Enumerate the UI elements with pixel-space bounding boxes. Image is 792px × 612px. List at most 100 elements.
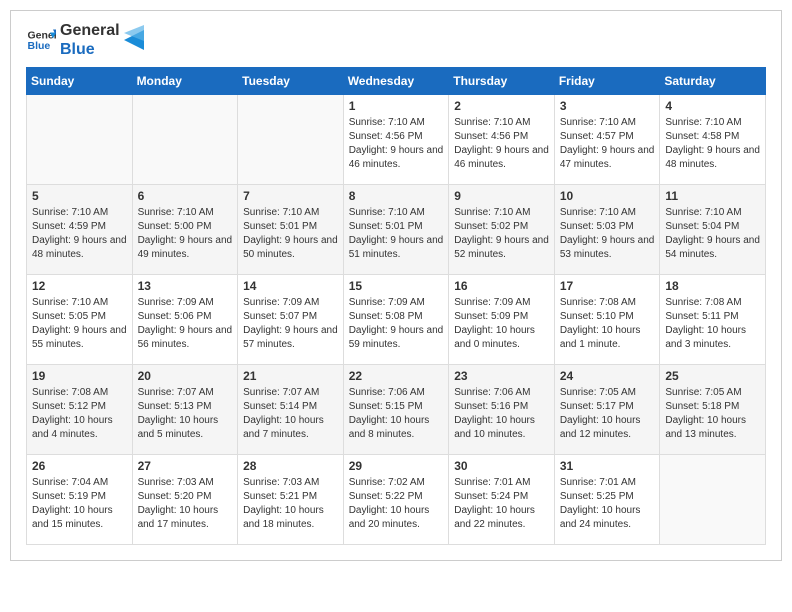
calendar-cell: 3 Sunrise: 7:10 AM Sunset: 4:57 PM Daylig… — [554, 95, 660, 185]
calendar-week-row: 26 Sunrise: 7:04 AM Sunset: 5:19 PM Dayli… — [27, 455, 766, 545]
day-number: 16 — [454, 279, 549, 293]
day-info: Sunrise: 7:06 AM Sunset: 5:16 PM Dayligh… — [454, 386, 549, 442]
calendar-week-row: 1 Sunrise: 7:10 AM Sunset: 4:56 PM Daylig… — [27, 95, 766, 185]
calendar-cell: 4 Sunrise: 7:10 AM Sunset: 4:58 PM Daylig… — [660, 95, 766, 185]
calendar-table: SundayMondayTuesdayWednesdayThursdayFrid… — [26, 67, 766, 545]
day-info: Sunrise: 7:07 AM Sunset: 5:14 PM Dayligh… — [243, 386, 338, 442]
day-info: Sunrise: 7:09 AM Sunset: 5:08 PM Dayligh… — [349, 296, 444, 352]
day-info: Sunrise: 7:02 AM Sunset: 5:22 PM Dayligh… — [349, 476, 444, 532]
calendar-cell: 16 Sunrise: 7:09 AM Sunset: 5:09 PM Dayli… — [449, 275, 555, 365]
day-number: 23 — [454, 369, 549, 383]
day-info: Sunrise: 7:10 AM Sunset: 5:01 PM Dayligh… — [349, 206, 444, 262]
day-number: 14 — [243, 279, 338, 293]
day-info: Sunrise: 7:10 AM Sunset: 4:58 PM Dayligh… — [665, 116, 760, 172]
calendar-cell: 13Sunrise: 7:09 AM Sunset: 5:06 PM Dayli… — [132, 275, 238, 365]
day-number: 25 — [665, 369, 760, 383]
day-info: Sunrise: 7:09 AM Sunset: 5:07 PM Dayligh… — [243, 296, 338, 352]
day-info: Sunrise: 7:03 AM Sunset: 5:21 PM Dayligh… — [243, 476, 338, 532]
calendar-week-row: 12Sunrise: 7:10 AM Sunset: 5:05 PM Dayli… — [27, 275, 766, 365]
day-info: Sunrise: 7:10 AM Sunset: 5:01 PM Dayligh… — [243, 206, 338, 262]
day-header-saturday: Saturday — [660, 68, 766, 95]
day-info: Sunrise: 7:10 AM Sunset: 5:04 PM Dayligh… — [665, 206, 760, 262]
calendar-cell: 6 Sunrise: 7:10 AM Sunset: 5:00 PM Daylig… — [132, 185, 238, 275]
day-header-sunday: Sunday — [27, 68, 133, 95]
day-number: 20 — [138, 369, 233, 383]
day-number: 31 — [560, 459, 655, 473]
calendar-cell: 12Sunrise: 7:10 AM Sunset: 5:05 PM Dayli… — [27, 275, 133, 365]
day-info: Sunrise: 7:10 AM Sunset: 5:03 PM Dayligh… — [560, 206, 655, 262]
calendar-cell: 21Sunrise: 7:07 AM Sunset: 5:14 PM Dayli… — [238, 365, 344, 455]
day-info: Sunrise: 7:08 AM Sunset: 5:11 PM Dayligh… — [665, 296, 760, 352]
day-number: 6 — [138, 189, 233, 203]
day-info: Sunrise: 7:10 AM Sunset: 5:05 PM Dayligh… — [32, 296, 127, 352]
calendar-cell — [132, 95, 238, 185]
calendar-week-row: 5Sunrise: 7:10 AM Sunset: 4:59 PM Daylig… — [27, 185, 766, 275]
day-number: 10 — [560, 189, 655, 203]
logo-wave-icon — [124, 25, 144, 55]
calendar-cell: 30 Sunrise: 7:01 AM Sunset: 5:24 PM Dayli… — [449, 455, 555, 545]
calendar-cell: 14 Sunrise: 7:09 AM Sunset: 5:07 PM Dayli… — [238, 275, 344, 365]
day-info: Sunrise: 7:01 AM Sunset: 5:24 PM Dayligh… — [454, 476, 549, 532]
day-info: Sunrise: 7:07 AM Sunset: 5:13 PM Dayligh… — [138, 386, 233, 442]
day-header-wednesday: Wednesday — [343, 68, 449, 95]
day-info: Sunrise: 7:10 AM Sunset: 4:56 PM Dayligh… — [349, 116, 444, 172]
calendar-week-row: 19 Sunrise: 7:08 AM Sunset: 5:12 PM Dayli… — [27, 365, 766, 455]
day-number: 29 — [349, 459, 444, 473]
day-info: Sunrise: 7:04 AM Sunset: 5:19 PM Dayligh… — [32, 476, 127, 532]
day-info: Sunrise: 7:08 AM Sunset: 5:10 PM Dayligh… — [560, 296, 655, 352]
logo-general: General — [60, 21, 120, 40]
day-number: 28 — [243, 459, 338, 473]
calendar-cell — [238, 95, 344, 185]
day-info: Sunrise: 7:05 AM Sunset: 5:17 PM Dayligh… — [560, 386, 655, 442]
day-number: 24 — [560, 369, 655, 383]
day-info: Sunrise: 7:03 AM Sunset: 5:20 PM Dayligh… — [138, 476, 233, 532]
day-number: 4 — [665, 99, 760, 113]
day-number: 30 — [454, 459, 549, 473]
calendar-cell: 29 Sunrise: 7:02 AM Sunset: 5:22 PM Dayli… — [343, 455, 449, 545]
day-info: Sunrise: 7:10 AM Sunset: 5:02 PM Dayligh… — [454, 206, 549, 262]
day-info: Sunrise: 7:09 AM Sunset: 5:09 PM Dayligh… — [454, 296, 549, 352]
calendar-cell — [660, 455, 766, 545]
calendar-cell: 5Sunrise: 7:10 AM Sunset: 4:59 PM Daylig… — [27, 185, 133, 275]
calendar-cell: 26 Sunrise: 7:04 AM Sunset: 5:19 PM Dayli… — [27, 455, 133, 545]
day-info: Sunrise: 7:05 AM Sunset: 5:18 PM Dayligh… — [665, 386, 760, 442]
day-info: Sunrise: 7:10 AM Sunset: 4:56 PM Dayligh… — [454, 116, 549, 172]
day-header-monday: Monday — [132, 68, 238, 95]
calendar-header-row: SundayMondayTuesdayWednesdayThursdayFrid… — [27, 68, 766, 95]
logo-icon: General Blue — [26, 25, 56, 55]
calendar-cell: 17 Sunrise: 7:08 AM Sunset: 5:10 PM Dayli… — [554, 275, 660, 365]
day-info: Sunrise: 7:01 AM Sunset: 5:25 PM Dayligh… — [560, 476, 655, 532]
calendar-header: General Blue General Blue — [26, 21, 766, 59]
calendar-cell: 20 Sunrise: 7:07 AM Sunset: 5:13 PM Dayli… — [132, 365, 238, 455]
calendar-cell: 9 Sunrise: 7:10 AM Sunset: 5:02 PM Daylig… — [449, 185, 555, 275]
day-number: 2 — [454, 99, 549, 113]
day-info: Sunrise: 7:10 AM Sunset: 5:00 PM Dayligh… — [138, 206, 233, 262]
day-number: 17 — [560, 279, 655, 293]
day-info: Sunrise: 7:08 AM Sunset: 5:12 PM Dayligh… — [32, 386, 127, 442]
day-number: 1 — [349, 99, 444, 113]
calendar-cell: 27 Sunrise: 7:03 AM Sunset: 5:20 PM Dayli… — [132, 455, 238, 545]
day-header-thursday: Thursday — [449, 68, 555, 95]
calendar-cell: 25 Sunrise: 7:05 AM Sunset: 5:18 PM Dayli… — [660, 365, 766, 455]
day-number: 15 — [349, 279, 444, 293]
day-number: 22 — [349, 369, 444, 383]
day-number: 19 — [32, 369, 127, 383]
calendar-cell: 23 Sunrise: 7:06 AM Sunset: 5:16 PM Dayli… — [449, 365, 555, 455]
calendar-cell — [27, 95, 133, 185]
day-number: 26 — [32, 459, 127, 473]
day-number: 9 — [454, 189, 549, 203]
day-info: Sunrise: 7:10 AM Sunset: 4:57 PM Dayligh… — [560, 116, 655, 172]
day-number: 8 — [349, 189, 444, 203]
calendar-cell: 28 Sunrise: 7:03 AM Sunset: 5:21 PM Dayli… — [238, 455, 344, 545]
calendar-cell: 22Sunrise: 7:06 AM Sunset: 5:15 PM Dayli… — [343, 365, 449, 455]
calendar-cell: 24 Sunrise: 7:05 AM Sunset: 5:17 PM Dayli… — [554, 365, 660, 455]
day-number: 18 — [665, 279, 760, 293]
calendar-cell: 10 Sunrise: 7:10 AM Sunset: 5:03 PM Dayli… — [554, 185, 660, 275]
calendar-cell: 11Sunrise: 7:10 AM Sunset: 5:04 PM Dayli… — [660, 185, 766, 275]
calendar-cell: 2 Sunrise: 7:10 AM Sunset: 4:56 PM Daylig… — [449, 95, 555, 185]
day-number: 27 — [138, 459, 233, 473]
day-number: 3 — [560, 99, 655, 113]
svg-text:Blue: Blue — [28, 40, 51, 52]
calendar-cell: 19 Sunrise: 7:08 AM Sunset: 5:12 PM Dayli… — [27, 365, 133, 455]
calendar-cell: 15 Sunrise: 7:09 AM Sunset: 5:08 PM Dayli… — [343, 275, 449, 365]
